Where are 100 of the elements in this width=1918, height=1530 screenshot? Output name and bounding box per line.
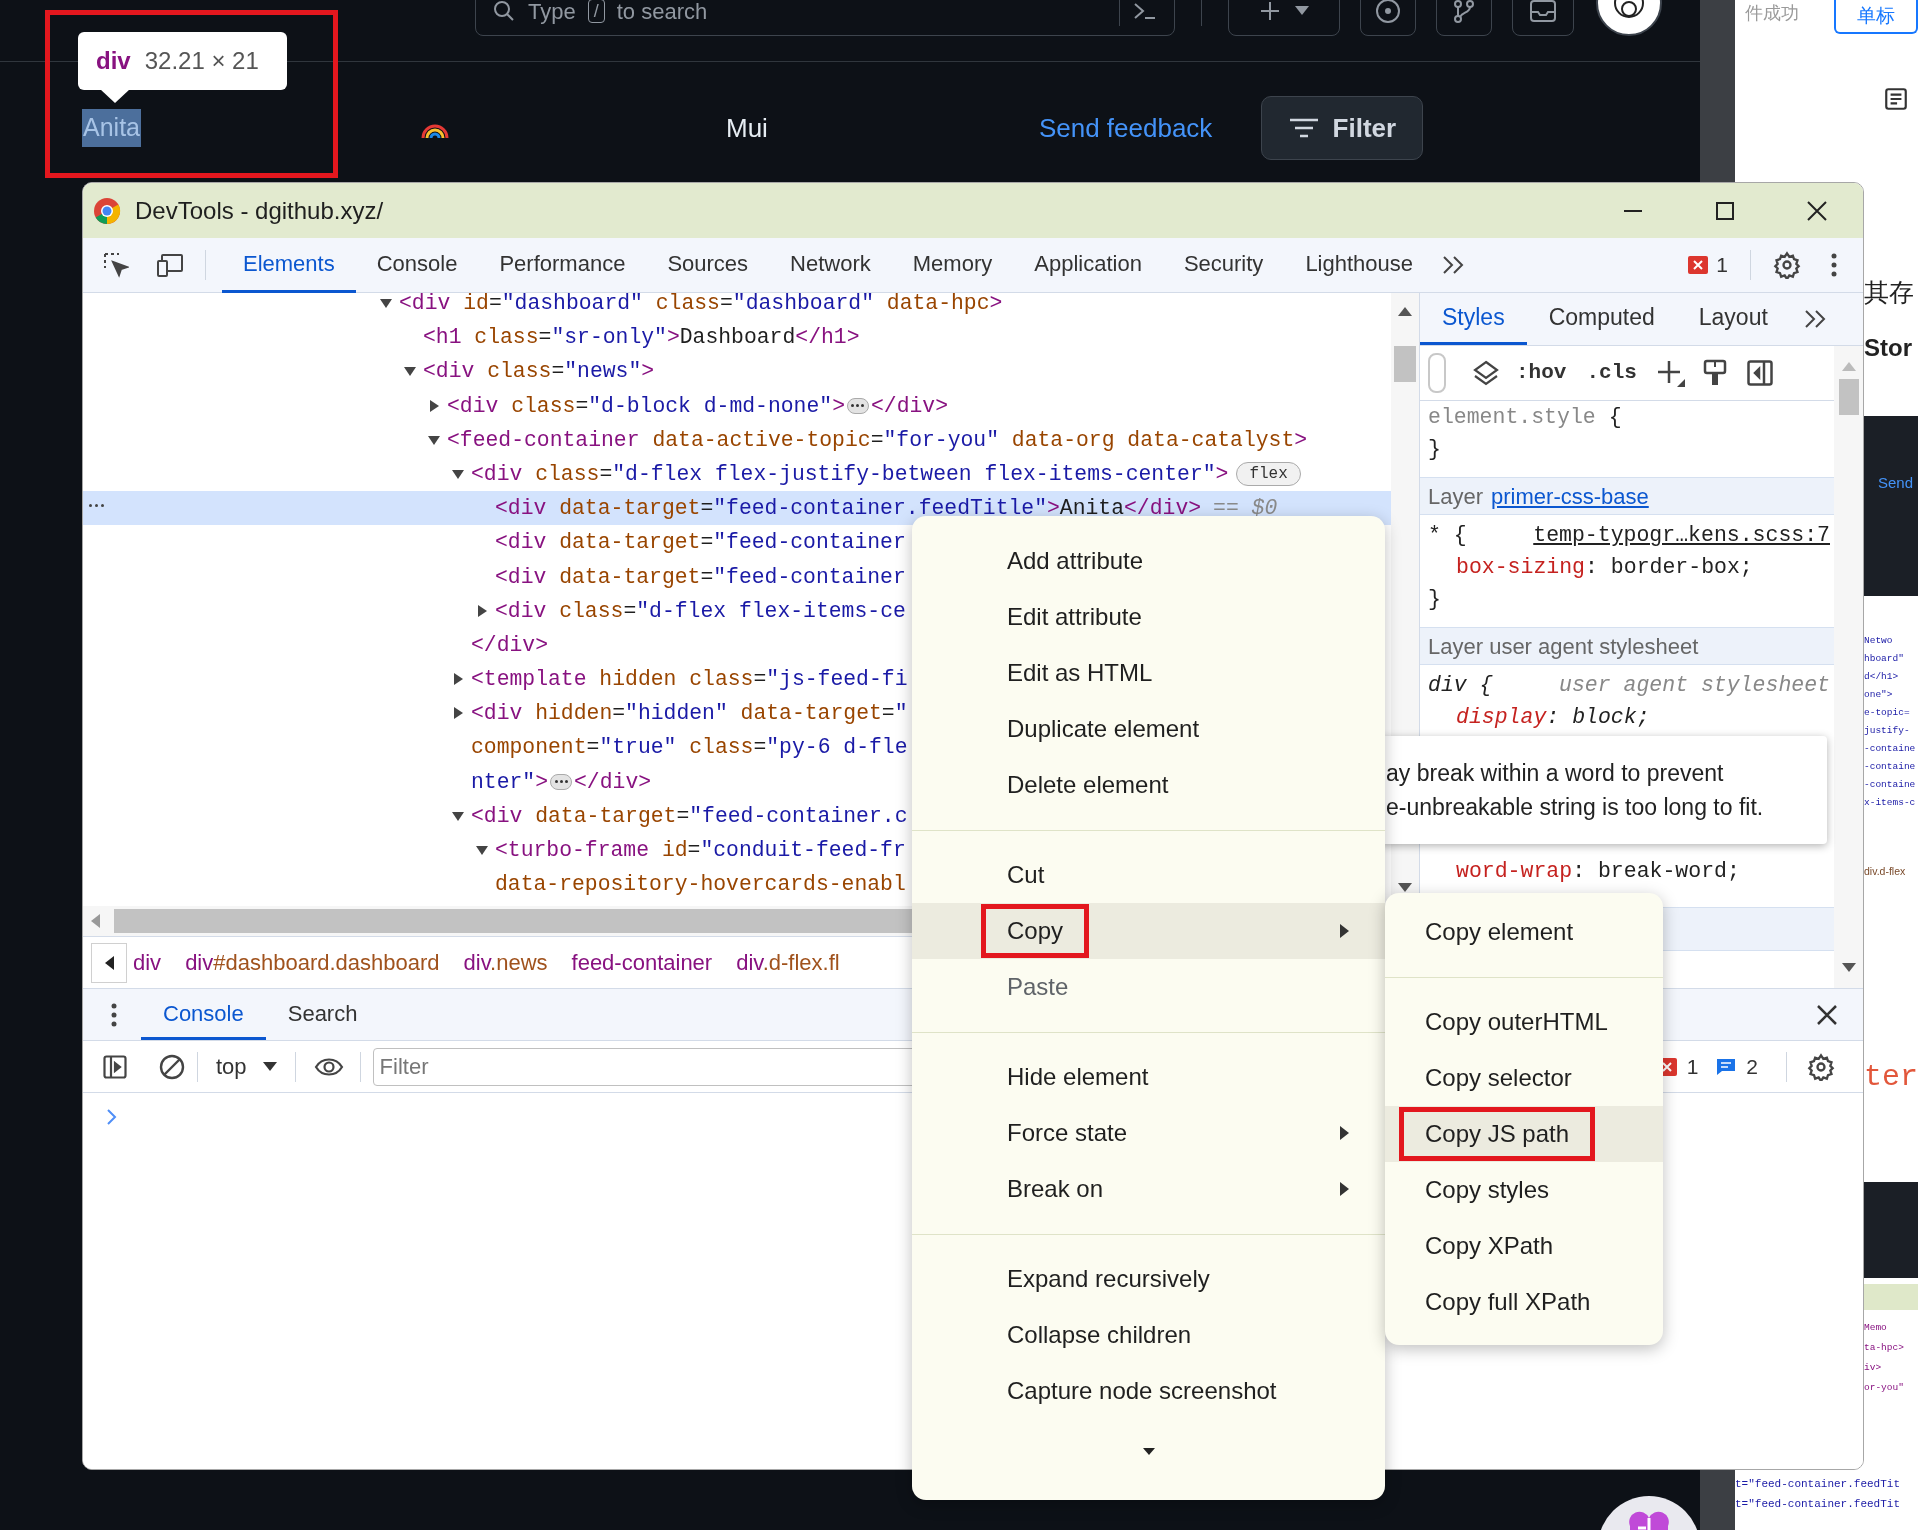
- device-toolbar-icon[interactable]: [157, 253, 185, 277]
- filter-field[interactable]: [1428, 353, 1446, 393]
- menu-item[interactable]: Copy XPath: [1385, 1218, 1663, 1274]
- menu-item[interactable]: Delete element: [912, 757, 1385, 813]
- menu-item[interactable]: Copy full XPath: [1385, 1274, 1663, 1330]
- close-icon[interactable]: [1817, 1004, 1837, 1025]
- devtools-tab[interactable]: Console: [355, 237, 479, 293]
- devtools-tab[interactable]: Security: [1162, 237, 1285, 293]
- menu-item[interactable]: Edit as HTML: [912, 645, 1385, 701]
- menu-item[interactable]: Copy selector: [1385, 1050, 1663, 1106]
- menu-item[interactable]: Copy element: [1385, 904, 1663, 960]
- menu-item[interactable]: Add attribute: [912, 533, 1385, 589]
- kebab-menu-icon[interactable]: [1831, 253, 1837, 277]
- code-text: <feed-container data-active-topic="for-you" data-org data-catalyst>: [447, 426, 1308, 454]
- page-heading: Stor: [1864, 333, 1913, 363]
- kebab-menu-icon[interactable]: [111, 1002, 117, 1027]
- context-dropdown[interactable]: top: [216, 1050, 277, 1083]
- sidebar-toggle-icon[interactable]: [1746, 360, 1773, 386]
- scroll-up-icon[interactable]: [1398, 307, 1412, 316]
- menu-item[interactable]: Force state: [912, 1105, 1385, 1161]
- code-fragment: iv>: [1864, 1360, 1883, 1375]
- clear-console-icon[interactable]: [159, 1053, 185, 1080]
- scrollbar-thumb[interactable]: [1394, 346, 1416, 382]
- expand-arrow-icon[interactable]: [475, 603, 489, 618]
- eye-icon[interactable]: [313, 1055, 344, 1078]
- layers-icon[interactable]: [1472, 359, 1500, 387]
- hover-state-toggle[interactable]: :hov: [1516, 357, 1567, 389]
- inspect-element-icon[interactable]: [103, 252, 129, 278]
- new-rule-icon[interactable]: [1656, 359, 1685, 387]
- devtools-tab[interactable]: Memory: [891, 237, 1014, 293]
- pull-requests-button[interactable]: [1436, 0, 1492, 36]
- breadcrumb[interactable]: div: [133, 946, 162, 979]
- menu-item[interactable]: Capture node screenshot: [912, 1363, 1385, 1419]
- create-button[interactable]: [1228, 0, 1340, 36]
- menu-item[interactable]: Copy JS path: [1385, 1106, 1663, 1162]
- page-button[interactable]: 单标: [1834, 0, 1918, 34]
- menu-item[interactable]: Expand recursively: [912, 1251, 1385, 1307]
- message-icon[interactable]: [1716, 1057, 1737, 1076]
- breadcrumb[interactable]: div.news: [463, 946, 548, 979]
- menu-item[interactable]: Cut: [912, 847, 1385, 903]
- settings-icon[interactable]: [1773, 251, 1801, 279]
- feed-tab[interactable]: Mui: [726, 108, 768, 148]
- scroll-down-icon[interactable]: [1841, 963, 1856, 972]
- scroll-down-icon[interactable]: [1142, 1447, 1155, 1455]
- code-text: <div class="d-flex flex-items-ce: [495, 597, 906, 625]
- caret-icon: [1295, 6, 1309, 16]
- flex-badge[interactable]: flex: [1236, 462, 1301, 487]
- issues-button[interactable]: [1360, 0, 1416, 36]
- devtools-tab[interactable]: Lighthouse: [1284, 237, 1435, 293]
- styles-tab[interactable]: Layout: [1676, 293, 1790, 345]
- menu-item[interactable]: Copy: [912, 903, 1385, 959]
- collapsed-content-icon[interactable]: [847, 397, 869, 414]
- devtools-tab[interactable]: Sources: [646, 237, 770, 293]
- closing-brace: }: [1428, 435, 1441, 463]
- styles-tab[interactable]: Styles: [1420, 293, 1527, 345]
- search-field[interactable]: Type / to search: [475, 0, 1175, 36]
- scrollbar-thumb[interactable]: [1838, 379, 1859, 415]
- expand-arrow-icon[interactable]: [451, 706, 465, 721]
- menu-item[interactable]: Copy outerHTML: [1385, 994, 1663, 1050]
- error-icon[interactable]: [1688, 256, 1709, 274]
- more-tabs-icon[interactable]: [1442, 255, 1465, 275]
- breadcrumb[interactable]: feed-container: [571, 946, 713, 979]
- layer-link[interactable]: primer-css-base: [1491, 479, 1649, 513]
- paint-brush-icon[interactable]: [1702, 359, 1727, 387]
- code-fragment: t="feed-container.feedTit: [1735, 1496, 1902, 1512]
- class-toggle[interactable]: .cls: [1586, 357, 1637, 389]
- source-link[interactable]: temp-typogr…kens.scss:7: [1533, 518, 1830, 552]
- code-text: <div hidden="hidden" data-target=": [471, 700, 908, 728]
- error-count: 1: [1716, 252, 1728, 279]
- code-fragment: one">: [1864, 688, 1894, 702]
- breadcrumb-scroll-button[interactable]: [91, 942, 127, 983]
- scroll-left-icon[interactable]: [91, 914, 100, 928]
- document-icon[interactable]: [1883, 86, 1909, 112]
- menu-item[interactable]: Collapse children: [912, 1307, 1385, 1363]
- sidebar-icon[interactable]: [103, 1054, 127, 1079]
- collapsed-content-icon[interactable]: [550, 773, 573, 790]
- filter-button[interactable]: Filter: [1261, 96, 1424, 160]
- page-link[interactable]: Send: [1878, 472, 1918, 495]
- menu-item[interactable]: Duplicate element: [912, 701, 1385, 757]
- styles-tab[interactable]: Computed: [1526, 293, 1677, 345]
- drawer-tab[interactable]: Search: [265, 989, 380, 1040]
- breadcrumb[interactable]: div.d-flex.fl: [736, 946, 840, 979]
- expand-arrow-icon[interactable]: [451, 672, 465, 687]
- menu-item[interactable]: Copy styles: [1385, 1162, 1663, 1218]
- menu-item[interactable]: Break on: [912, 1161, 1385, 1217]
- settings-icon[interactable]: [1807, 1052, 1835, 1081]
- more-tabs-icon[interactable]: [1803, 309, 1826, 329]
- expand-arrow-icon[interactable]: [427, 398, 441, 413]
- devtools-tab[interactable]: Network: [769, 237, 892, 293]
- menu-item[interactable]: Edit attribute: [912, 589, 1385, 645]
- feedback-link[interactable]: Send feedback: [1038, 108, 1213, 148]
- drawer-tab[interactable]: Console: [141, 989, 266, 1040]
- more-options-icon[interactable]: [89, 504, 104, 508]
- breadcrumb[interactable]: div#dashboard.dashboard: [185, 946, 440, 979]
- inbox-button[interactable]: [1512, 0, 1574, 36]
- close-icon: [1807, 200, 1827, 221]
- devtools-tab[interactable]: Performance: [478, 237, 647, 293]
- code-text: <div class="d-flex flex-justify-between flex-items-center">: [471, 460, 1229, 488]
- tooltip-pointer-icon: [100, 89, 130, 103]
- devtools-tab[interactable]: Application: [1013, 237, 1163, 293]
